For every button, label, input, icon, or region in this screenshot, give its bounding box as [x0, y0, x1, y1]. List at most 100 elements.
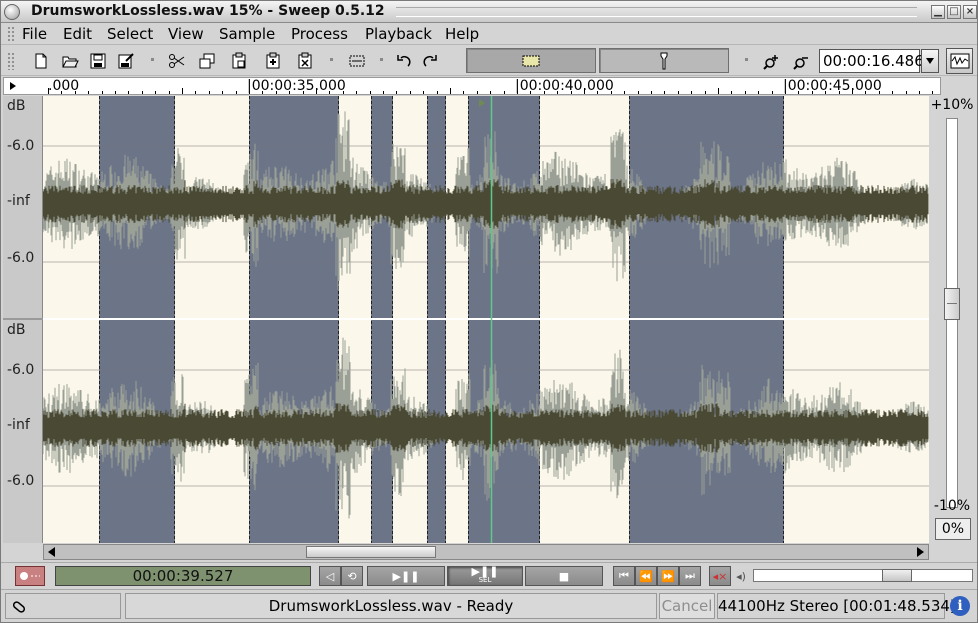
paste-icon[interactable] [228, 50, 250, 72]
go-start-button[interactable]: ⏮ [613, 566, 635, 586]
new-icon[interactable] [30, 50, 52, 72]
time-ruler[interactable]: .000 |00:00:35.000 |00:00:40.000 |00:00:… [3, 77, 941, 95]
ruler-tick [195, 91, 197, 94]
ruler-tick [825, 91, 827, 94]
ruler-tick [905, 91, 907, 94]
record-icon [20, 572, 40, 580]
ruler-tick [275, 91, 277, 94]
db-lower-label: -6.0 [7, 250, 35, 266]
ruler-tick [570, 91, 572, 94]
cut-icon[interactable] [166, 50, 188, 72]
scroll-left-icon[interactable] [45, 546, 59, 558]
ruler-tick [557, 91, 559, 94]
ruler-tick [691, 91, 693, 94]
ruler-tick [878, 91, 880, 94]
minimize-icon[interactable]: ▁ [931, 5, 945, 19]
ruler-tick [262, 91, 264, 94]
waveform-canvas[interactable] [43, 96, 929, 543]
chevron-down-icon[interactable] [921, 49, 939, 73]
cancel-button[interactable]: Cancel [659, 593, 715, 619]
ruler-tick [222, 91, 224, 94]
ruler-tick [785, 91, 786, 94]
play-selection-icon: ▶❚❚ [471, 565, 499, 578]
play-button[interactable]: ▶❚❚ [367, 566, 445, 586]
window-title: DrumsworkLossless.wav 15% - Sweep 0.5.12 [31, 3, 385, 19]
ruler-tick [798, 91, 800, 94]
menu-process[interactable]: Process [291, 24, 348, 44]
menu-edit[interactable]: Edit [63, 24, 92, 44]
ruler-tick [865, 91, 867, 94]
scrub-tool-button[interactable] [599, 48, 729, 73]
undo-icon[interactable] [393, 50, 415, 72]
menu-help[interactable]: Help [445, 24, 479, 44]
open-icon[interactable] [59, 50, 81, 72]
volume-slider[interactable] [753, 569, 973, 582]
loop-button[interactable]: ⟲ [341, 566, 363, 586]
ruler-arrow-icon[interactable] [10, 82, 16, 90]
playback-time-display: 00:00:39.527 [55, 566, 311, 586]
ruler-tick [74, 91, 76, 94]
zoom-reset-button[interactable]: 0% [935, 518, 971, 540]
copy-icon[interactable] [196, 50, 218, 72]
vscale-bottom-label: -10% [933, 498, 971, 514]
play-selection-button[interactable]: ▶❚❚ SEL [447, 566, 523, 586]
position-time-input[interactable]: 00:00:16.486 [819, 49, 924, 73]
mute-button[interactable]: ◂× [709, 566, 731, 586]
paste-mix-icon[interactable] [262, 50, 284, 72]
scroll-right-icon[interactable] [913, 546, 927, 558]
horizontal-scrollbar[interactable] [43, 544, 929, 560]
crop-icon[interactable] [346, 50, 368, 72]
record-button[interactable] [15, 566, 45, 586]
save-icon[interactable] [87, 50, 109, 72]
menu-sample[interactable]: Sample [219, 24, 275, 44]
select-tool-icon [522, 55, 540, 66]
ruler-tick [664, 91, 666, 94]
ruler-tick [61, 91, 63, 94]
volume-handle[interactable] [882, 569, 912, 582]
redo-icon[interactable] [419, 50, 441, 72]
ruler-tick [88, 91, 90, 94]
go-end-button[interactable]: ⏭ [679, 566, 701, 586]
status-message: DrumsworkLossless.wav - Ready [125, 593, 657, 619]
waveform-view-icon[interactable] [946, 48, 973, 74]
ruler-tick [637, 91, 639, 94]
ruler-tick [744, 91, 746, 94]
save-as-icon[interactable] [115, 50, 137, 72]
fast-forward-button[interactable]: ⏩ [657, 566, 679, 586]
ruler-tick [450, 88, 451, 94]
ruler-tick [356, 91, 358, 94]
menu-view[interactable]: View [168, 24, 204, 44]
menu-playback[interactable]: Playback [365, 24, 432, 44]
ruler-tick [543, 91, 545, 94]
ruler-tick [155, 91, 157, 94]
link-icon[interactable] [5, 593, 121, 619]
scrollbar-thumb[interactable] [306, 546, 436, 558]
menu-file[interactable]: File [22, 24, 47, 44]
rewind-button[interactable]: ⏪ [635, 566, 657, 586]
toolbar-grip[interactable] [7, 52, 15, 70]
ruler-tick [892, 91, 894, 94]
play-reverse-button[interactable]: ◁ [319, 566, 341, 586]
title-bar[interactable]: DrumsworkLossless.wav 15% - Sweep 0.5.12… [1, 1, 977, 23]
ruler-tick [342, 91, 344, 94]
window-menu-icon[interactable] [4, 4, 20, 20]
select-tool-button[interactable] [466, 48, 596, 73]
close-icon[interactable]: × [963, 5, 977, 19]
ruler-tick [289, 91, 291, 94]
menu-bar: File Edit Select View Sample Process Pla… [1, 23, 977, 45]
paste-xfade-icon[interactable] [294, 50, 316, 72]
vertical-zoom-handle[interactable] [944, 288, 960, 320]
info-icon[interactable]: i [950, 596, 970, 616]
ruler-tick [369, 91, 371, 94]
zoom-in-icon[interactable] [761, 50, 783, 72]
menubar-grip[interactable] [7, 26, 15, 42]
menu-select[interactable]: Select [107, 24, 153, 44]
ruler-tick [409, 91, 411, 94]
db-scale: dB -6.0 -inf -6.0 dB -6.0 -inf -6.0 [3, 96, 43, 543]
zoom-out-icon[interactable] [791, 50, 813, 72]
ruler-tick [490, 91, 492, 94]
db-middle-label: -inf [7, 193, 30, 209]
maximize-icon[interactable]: □ [947, 5, 961, 19]
db-unit-label: dB [7, 98, 26, 114]
stop-button[interactable]: ■ [525, 566, 603, 586]
